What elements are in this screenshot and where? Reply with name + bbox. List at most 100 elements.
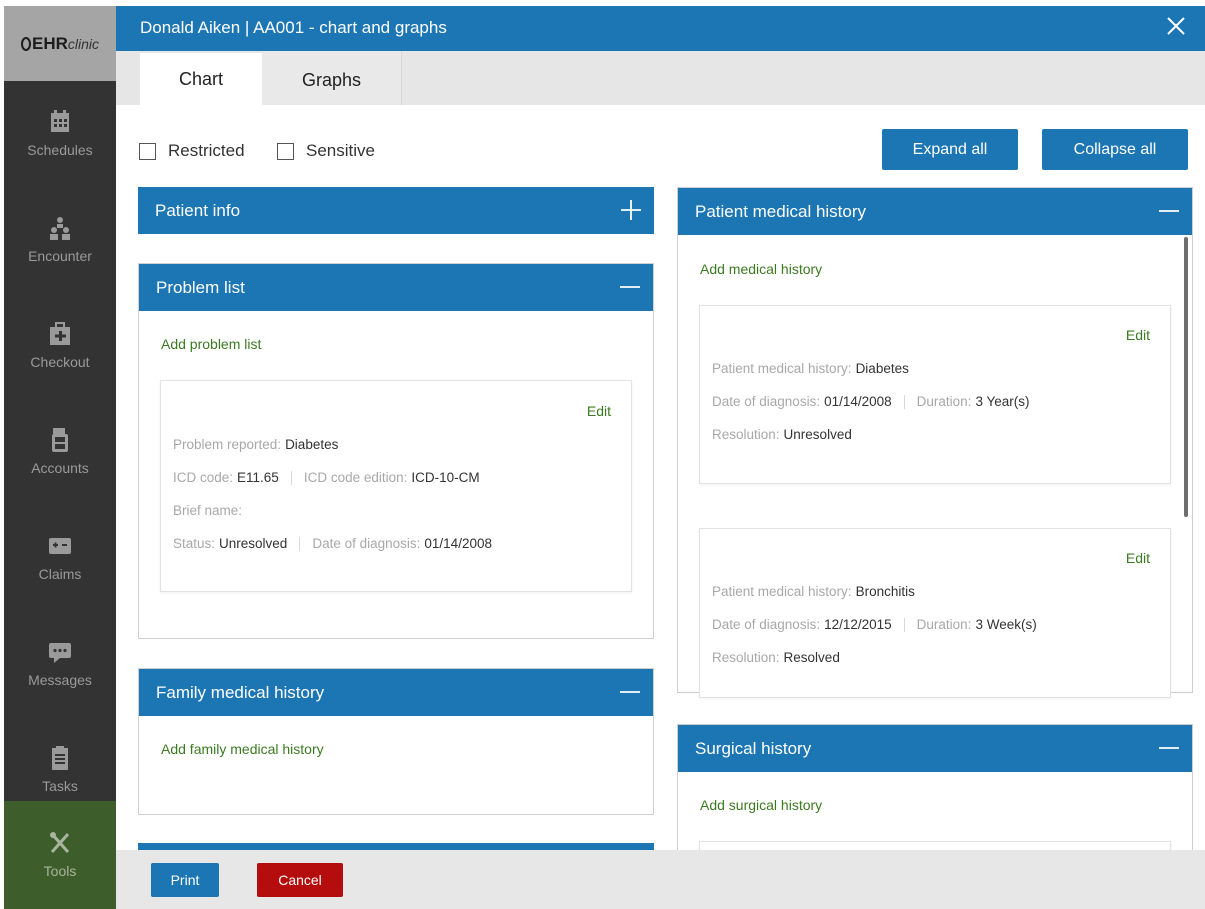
patient-info-header[interactable]: Patient info [138,187,654,234]
close-icon[interactable] [1165,15,1187,37]
sidebar-item-messages[interactable]: Messages [4,611,116,717]
diagnosis-row: Date of diagnosis: 01/14/2008 Duration: 3 Y… [712,394,1029,410]
history-row: Patient medical history: Bronchitis [712,584,915,599]
cancel-button[interactable]: Cancel [257,863,343,897]
collapse-minus-icon[interactable] [619,274,641,300]
sensitive-checkbox[interactable]: Sensitive [277,141,375,161]
expand-plus-icon[interactable] [620,197,642,223]
panel-title: Problem list [156,277,245,297]
field-label: Date of diagnosis: [712,394,821,409]
logo-brand: EHR [31,33,68,53]
sidebar-item-label: Schedules [27,142,93,158]
add-medical-history-link[interactable]: Add medical history [700,261,822,277]
claims-card-icon [49,538,71,554]
panel-title: Surgical history [695,738,812,758]
app-logo[interactable]: EHR clinic [4,6,116,81]
sensitive-checkbox-box[interactable] [277,142,294,160]
medical-history-header[interactable]: Patient medical history [678,188,1192,235]
sidebar-nav: Schedules Encounter Checkout Accounts Cl… [4,81,116,909]
field-label: Date of diagnosis: [312,536,421,551]
collapse-all-button[interactable]: Collapse all [1042,129,1188,170]
field-label: Resolution: [712,427,780,442]
diagnosis-row: Date of diagnosis: 12/12/2015 Duration: 3 W… [712,617,1037,633]
collapse-minus-icon[interactable] [619,679,641,705]
add-family-history-link[interactable]: Add family medical history [161,741,324,757]
sidebar-item-encounter[interactable]: Encounter [4,187,116,293]
sidebar-item-tools[interactable]: Tools [4,801,116,909]
field-value: Bronchitis [855,584,915,599]
field-label: Status: [173,536,216,551]
surgical-history-panel: Surgical history Add surgical history [677,724,1193,850]
sidebar-item-label: Accounts [31,460,89,476]
divider [903,395,905,410]
medical-history-scrollbar[interactable] [1184,237,1188,517]
medical-history-card: Edit Patient medical history: Bronchitis … [699,528,1171,698]
field-label: Patient medical history: [712,584,852,599]
field-value: 01/14/2008 [424,536,492,551]
surgical-history-card [699,841,1171,850]
tab-chart[interactable]: Chart [140,53,262,105]
field-value: 01/14/2008 [824,394,892,409]
sidebar-item-claims[interactable]: Claims [4,505,116,611]
sidebar-item-label: Messages [28,672,92,688]
medical-bag-icon [50,322,70,345]
users-icon [50,217,70,240]
collapse-minus-icon[interactable] [1158,198,1180,224]
resolution-row: Resolution: Resolved [712,650,840,665]
field-value: Diabetes [285,437,339,452]
medical-history-panel: Patient medical history Add medical hist… [677,187,1193,698]
divider [290,471,292,486]
sidebar-item-schedules[interactable]: Schedules [4,81,116,187]
field-value: 3 Week(s) [975,617,1037,632]
history-row: Patient medical history: Diabetes [712,361,909,376]
family-history-panel: Family medical history Add family medica… [138,668,654,815]
field-value: 12/12/2015 [824,617,892,632]
sidebar-item-label: Encounter [28,248,92,264]
clipboard-icon [52,746,68,770]
add-surgical-history-link[interactable]: Add surgical history [700,797,822,813]
chat-bubble-icon [49,643,71,663]
edit-problem-link[interactable]: Edit [587,403,611,419]
sidebar-item-label: Checkout [30,354,90,370]
add-problem-list-link[interactable]: Add problem list [161,336,261,352]
sidebar-item-checkout[interactable]: Checkout [4,293,116,399]
field-label: Duration: [916,617,972,632]
field-value: Diabetes [855,361,909,376]
medical-history-card: Edit Patient medical history: Diabetes Da… [699,305,1171,484]
patient-info-panel: Patient info [138,187,654,235]
field-label: Patient medical history: [712,361,852,376]
sidebar-item-label: Tasks [42,778,78,794]
collapse-minus-icon[interactable] [1158,735,1180,761]
family-history-header[interactable]: Family medical history [139,669,653,716]
tab-graphs[interactable]: Graphs [262,51,402,105]
surgical-history-header[interactable]: Surgical history [678,725,1192,772]
restricted-checkbox-box[interactable] [139,142,156,160]
field-label: ICD code: [173,470,234,485]
tools-icon [50,832,70,853]
field-value: Resolved [783,650,840,665]
tab-bar: Chart Graphs [116,51,1205,105]
problem-list-panel: Problem list Add problem list Edit Probl… [138,263,654,639]
print-button[interactable]: Print [151,863,219,897]
panel-title: Patient info [155,200,241,220]
icd-code-row: ICD code: E11.65 ICD code edition: ICD-10-C… [173,470,480,486]
edit-medical-history-link[interactable]: Edit [1126,327,1150,343]
modal-header: Donald Aiken | AA001 - chart and graphs [116,6,1205,51]
sidebar-item-accounts[interactable]: Accounts [4,399,116,505]
calculator-icon [52,428,68,452]
sensitive-label: Sensitive [306,141,375,160]
resolution-row: Resolution: Unresolved [712,427,852,442]
field-value: E11.65 [237,470,279,485]
field-label: Problem reported: [173,437,282,452]
expand-all-button[interactable]: Expand all [882,129,1018,170]
edit-medical-history-link[interactable]: Edit [1126,550,1150,566]
field-label: ICD code edition: [303,470,408,485]
problem-list-header[interactable]: Problem list [139,264,653,311]
sidebar-item-label: Tools [43,863,77,879]
panel-title: Patient medical history [695,201,867,221]
field-label: Brief name: [173,503,243,518]
sidebar: EHR clinic Schedules Encounter Checkout … [4,6,116,909]
field-value: ICD-10-CM [411,470,480,485]
modal-title: Donald Aiken | AA001 - chart and graphs [140,18,447,37]
restricted-checkbox[interactable]: Restricted [139,141,245,161]
